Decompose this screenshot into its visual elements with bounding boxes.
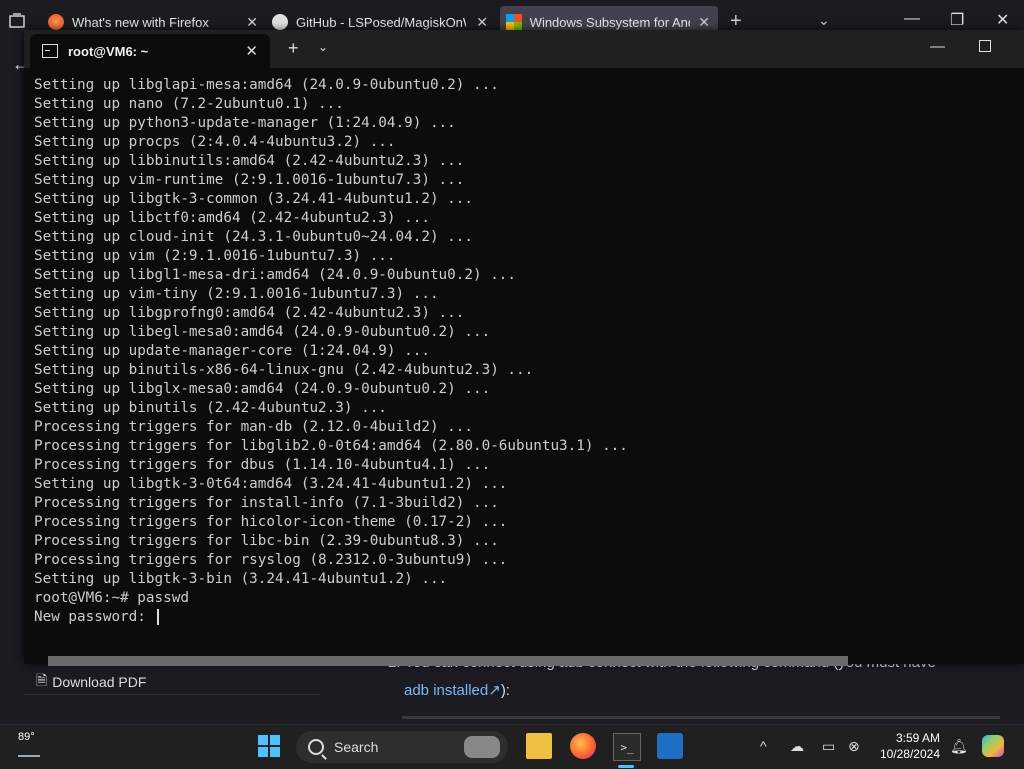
weather-widget[interactable]: 89° [18, 731, 40, 757]
terminal-line: Setting up libgtk-3-bin (3.24.41-4ubuntu… [34, 571, 448, 587]
pdf-icon: 🗎 [36, 672, 48, 688]
terminal-tab-title: root@VM6: ~ [68, 43, 149, 59]
cloud-sync-icon[interactable]: ☁ [790, 738, 804, 755]
temperature-label: 89° [18, 731, 35, 743]
new-terminal-tab-button[interactable]: + [288, 38, 299, 59]
text-cursor [156, 609, 159, 625]
search-highlight-icon [464, 736, 500, 758]
browser-tab-title: What's new with Firefox [72, 14, 209, 30]
terminal-line: Setting up binutils (2.42-4ubuntu2.3) ..… [34, 400, 387, 416]
terminal-line: Setting up libgl1-mesa-dri:amd64 (24.0.9… [34, 267, 517, 283]
clock[interactable]: 3:59 AM 10/28/2024 [876, 730, 940, 762]
terminal-output[interactable]: Setting up libglapi-mesa:amd64 (24.0.9-0… [34, 76, 1014, 632]
terminal-line: Setting up libgtk-3-common (3.24.41-4ubu… [34, 191, 473, 207]
terminal-line: Setting up vim-tiny (2:9.1.0016-1ubuntu7… [34, 286, 439, 302]
terminal-line: Processing triggers for libglib2.0-0t64:… [34, 438, 628, 454]
terminal-line: Setting up cloud-init (24.3.1-0ubuntu0~2… [34, 229, 473, 245]
store-icon[interactable] [657, 733, 683, 759]
terminal-line: Setting up binutils-x86-64-linux-gnu (2.… [34, 362, 534, 378]
horizontal-scrollbar[interactable] [48, 656, 848, 666]
close-icon[interactable]: ✕ [690, 14, 718, 31]
file-explorer-icon[interactable] [526, 733, 552, 759]
terminal-line: Setting up vim-runtime (2:9.1.0016-1ubun… [34, 172, 465, 188]
clock-time: 3:59 AM [895, 731, 940, 745]
terminal-window[interactable]: root@VM6: ~ ✕ + ⌄ — Setting up libglapi-… [24, 30, 1024, 666]
sidebar-rule [24, 694, 320, 695]
terminal-line: Setting up libegl-mesa0:amd64 (24.0.9-0u… [34, 324, 491, 340]
browser-tab-title: Windows Subsystem for Andro [529, 14, 691, 30]
adb-installed-link[interactable]: adb installed [404, 682, 488, 699]
terminal-line: Processing triggers for rsyslog (8.2312.… [34, 552, 508, 568]
browser-tab-title: GitHub - LSPosed/MagiskOnW [296, 14, 466, 30]
chevron-down-icon[interactable]: ⌄ [318, 40, 328, 54]
terminal-line: Processing triggers for dbus (1.14.10-4u… [34, 457, 491, 473]
microsoft-icon [506, 14, 522, 30]
terminal-icon [42, 44, 58, 58]
terminal-titlebar: root@VM6: ~ ✕ + ⌄ — [24, 30, 1024, 68]
github-icon [272, 14, 288, 30]
external-link-icon: ↗ [488, 682, 501, 699]
terminal-line: Setting up libctf0:amd64 (2.42-4ubuntu2.… [34, 210, 430, 226]
terminal-line: Setting up libbinutils:amd64 (2.42-4ubun… [34, 153, 465, 169]
firefox-taskbar-icon[interactable] [570, 733, 596, 759]
taskbar: 89° Search >_ ^ ☁ ▭ ⊗ 3:59 AM 10/28/2024… [0, 724, 1024, 769]
terminal-taskbar-icon[interactable]: >_ [613, 733, 641, 761]
search-placeholder: Search [334, 739, 379, 755]
terminal-line: Setting up libgtk-3-0t64:amd64 (3.24.41-… [34, 476, 508, 492]
terminal-line: Processing triggers for man-db (2.12.0-4… [34, 419, 473, 435]
display-icon[interactable]: ▭ [822, 738, 835, 755]
terminal-line: Setting up update-manager-core (1:24.04.… [34, 343, 430, 359]
restore-button[interactable]: ❐ [950, 10, 964, 30]
download-pdf-link[interactable]: 🗎 Download PDF [36, 670, 146, 694]
password-prompt-label: New password: [34, 609, 155, 625]
close-icon[interactable]: ✕ [245, 42, 258, 60]
terminal-line: Processing triggers for libc-bin (2.39-0… [34, 533, 499, 549]
terminal-line: Setting up libgprofng0:amd64 (2.42-4ubun… [34, 305, 465, 321]
terminal-line: Setting up libglx-mesa0:amd64 (24.0.9-0u… [34, 381, 491, 397]
chevron-up-icon[interactable]: ^ [760, 738, 767, 754]
terminal-line: Setting up libglapi-mesa:amd64 (24.0.9-0… [34, 77, 499, 93]
firefox-icon [48, 14, 64, 30]
weather-icon [18, 745, 40, 757]
close-icon[interactable]: ✕ [468, 14, 496, 31]
clock-date: 10/28/2024 [879, 747, 940, 761]
terminal-line: Setting up procps (2:4.0.4-4ubuntu3.2) .… [34, 134, 396, 150]
link-suffix: ): [500, 682, 510, 699]
minimize-button[interactable]: — [930, 38, 945, 55]
terminal-line: Processing triggers for hicolor-icon-the… [34, 514, 508, 530]
notification-bell-icon[interactable]: 🔔︎ [950, 738, 968, 755]
copilot-icon[interactable] [982, 735, 1004, 757]
minimize-button[interactable]: — [904, 10, 920, 28]
tab-list-icon[interactable] [8, 12, 28, 32]
close-window-button[interactable]: ✕ [996, 10, 1009, 30]
terminal-line: root@VM6:~# passwd [34, 590, 189, 606]
chevron-down-icon[interactable]: ⌄ [818, 12, 830, 29]
start-button[interactable] [258, 735, 280, 757]
terminal-line: Setting up nano (7.2-2ubuntu0.1) ... [34, 96, 344, 112]
close-icon[interactable]: ✕ [238, 14, 266, 31]
password-prompt[interactable]: New password: [34, 608, 1014, 627]
terminal-line: Processing triggers for install-info (7.… [34, 495, 499, 511]
terminal-line: Setting up python3-update-manager (1:24.… [34, 115, 456, 131]
download-pdf-label: Download PDF [52, 674, 147, 690]
step-text-cont: adb installed↗): [404, 681, 510, 699]
search-icon [308, 739, 324, 755]
network-icon[interactable]: ⊗ [848, 738, 860, 755]
taskbar-search[interactable]: Search [296, 731, 508, 763]
maximize-button[interactable] [979, 40, 991, 52]
terminal-tab[interactable]: root@VM6: ~ ✕ [30, 34, 270, 68]
code-block-edge [402, 716, 1000, 719]
terminal-line: Setting up vim (2:9.1.0016-1ubuntu7.3) .… [34, 248, 396, 264]
